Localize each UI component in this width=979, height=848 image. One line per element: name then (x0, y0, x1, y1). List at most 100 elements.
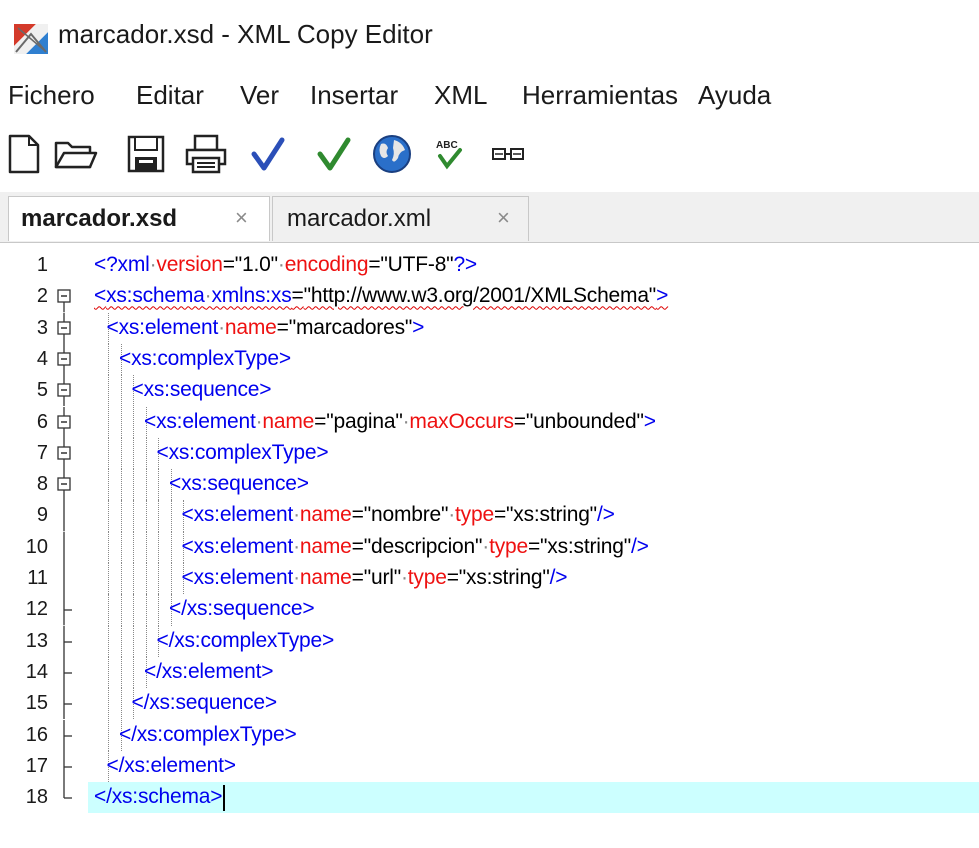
indent-guide (133, 531, 134, 563)
fold-toggle-icon[interactable] (56, 469, 74, 501)
fold-line-icon (63, 531, 65, 563)
code-editor[interactable]: 1 <?xml·version="1.0"·encoding="UTF-8"?> 2… (0, 250, 979, 848)
indent-guide (133, 563, 134, 595)
indent-guide (108, 563, 109, 595)
close-icon[interactable]: × (235, 205, 248, 231)
code-line[interactable]: <xs:complexType> (157, 441, 329, 465)
indent-guide (133, 406, 134, 438)
fold-line-icon (63, 594, 72, 626)
indent-guide (145, 594, 147, 626)
line-number: 8 (36, 473, 48, 496)
line-number: 4 (36, 347, 48, 370)
line-number: 10 (25, 535, 48, 558)
menu-editar[interactable]: Editar (136, 80, 204, 111)
code-line[interactable]: <xs:element·name="pagina"·maxOccurs="unb… (144, 410, 656, 434)
save-button[interactable] (124, 132, 168, 176)
open-folder-icon (54, 141, 98, 169)
code-line[interactable]: <xs:element·name="descripcion"·type="xs:… (182, 535, 649, 559)
indent-guide (120, 563, 122, 595)
fold-line-icon (63, 500, 65, 532)
tab-label: marcador.xsd (21, 205, 178, 232)
code-line[interactable]: <xs:complexType> (119, 347, 291, 371)
indent-guide (158, 594, 159, 626)
menu-ver[interactable]: Ver (240, 80, 279, 111)
fold-line-icon (56, 250, 74, 281)
indent-guide (108, 469, 109, 501)
browser-button[interactable] (370, 132, 414, 176)
print-button[interactable] (184, 132, 228, 176)
menu-insertar[interactable]: Insertar (310, 80, 398, 111)
code-line[interactable]: <?xml·version="1.0"·encoding="UTF-8"?> (94, 253, 477, 277)
indent-guide (145, 531, 147, 563)
fold-toggle-icon[interactable] (56, 312, 74, 344)
toolbar: ABC (0, 122, 979, 184)
new-file-button[interactable] (2, 132, 46, 176)
code-line[interactable]: </xs:element> (144, 660, 274, 684)
title-bar: marcador.xsd - XML Copy Editor (0, 0, 979, 66)
indent-guide (108, 343, 109, 376)
tab-bar: marcador.xsd × marcador.xml × (0, 192, 979, 243)
indent-guide (120, 437, 122, 470)
indent-guide (120, 625, 122, 657)
xml-tags-button[interactable] (486, 132, 530, 176)
close-icon[interactable]: × (497, 205, 510, 231)
code-line[interactable]: <xs:sequence> (132, 378, 272, 402)
validate-button[interactable] (312, 132, 356, 176)
indent-guide (108, 500, 109, 532)
tab-label: marcador.xml (287, 205, 432, 232)
code-line[interactable]: <xs:element·name="nombre"·type="xs:strin… (182, 503, 615, 527)
code-line[interactable]: <xs:schema·xmlns:xs="http://www.w3.org/2… (94, 284, 668, 308)
code-line[interactable]: </xs:element> (107, 754, 237, 778)
check-wellformed-icon (251, 137, 285, 171)
fold-line-icon (63, 750, 72, 783)
check-wellformed-button[interactable] (246, 132, 290, 176)
fold-line-icon (63, 625, 72, 657)
fold-toggle-icon[interactable] (56, 343, 74, 376)
indent-guide (133, 500, 134, 532)
indent-guide (145, 500, 147, 532)
indent-guide (133, 594, 134, 626)
code-line[interactable]: </xs:sequence> (169, 597, 315, 621)
line-number: 9 (36, 504, 48, 527)
line-number: 17 (25, 754, 48, 777)
indent-guide (120, 375, 122, 407)
indent-guide (108, 656, 109, 689)
open-button[interactable] (54, 132, 98, 176)
indent-guide (145, 625, 147, 657)
code-line[interactable]: </xs:complexType> (157, 629, 335, 653)
menu-herramientas[interactable]: Herramientas (522, 80, 678, 111)
indent-guide (170, 563, 172, 595)
browser-globe-icon (373, 135, 411, 173)
fold-toggle-icon[interactable] (56, 406, 74, 438)
line-number: 12 (25, 598, 48, 621)
fold-line-icon (63, 782, 72, 799)
indent-guide (120, 500, 122, 532)
fold-toggle-icon[interactable] (56, 281, 74, 313)
menu-fichero[interactable]: Fichero (8, 80, 95, 111)
spellcheck-icon: ABC (436, 140, 462, 170)
code-line[interactable]: <xs:sequence> (169, 472, 309, 496)
line-number: 2 (36, 285, 48, 308)
spellcheck-button[interactable]: ABC (428, 132, 472, 176)
code-line[interactable]: </xs:complexType> (119, 723, 297, 747)
fold-toggle-icon[interactable] (56, 437, 74, 470)
window-title: marcador.xsd - XML Copy Editor (58, 19, 433, 49)
tab-marcador-xsd[interactable]: marcador.xsd × (8, 196, 270, 241)
code-line[interactable]: <xs:element·name="marcadores"> (107, 316, 425, 340)
indent-guide (120, 469, 122, 501)
code-line[interactable]: </xs:schema> (94, 785, 223, 809)
tab-marcador-xml[interactable]: marcador.xml × (272, 196, 529, 241)
menu-xml[interactable]: XML (434, 80, 487, 111)
indent-guide (120, 688, 122, 720)
code-line[interactable]: <xs:element·name="url"·type="xs:string"/… (182, 566, 568, 590)
code-line[interactable]: </xs:sequence> (132, 691, 278, 715)
indent-guide (120, 406, 122, 438)
fold-line-icon (63, 563, 65, 595)
print-icon (185, 134, 227, 174)
fold-toggle-icon[interactable] (56, 375, 74, 407)
app-logo-icon (14, 24, 48, 54)
indent-guide (108, 719, 109, 751)
fold-line-icon (63, 719, 72, 751)
indent-guide (108, 688, 109, 720)
menu-ayuda[interactable]: Ayuda (698, 80, 771, 111)
